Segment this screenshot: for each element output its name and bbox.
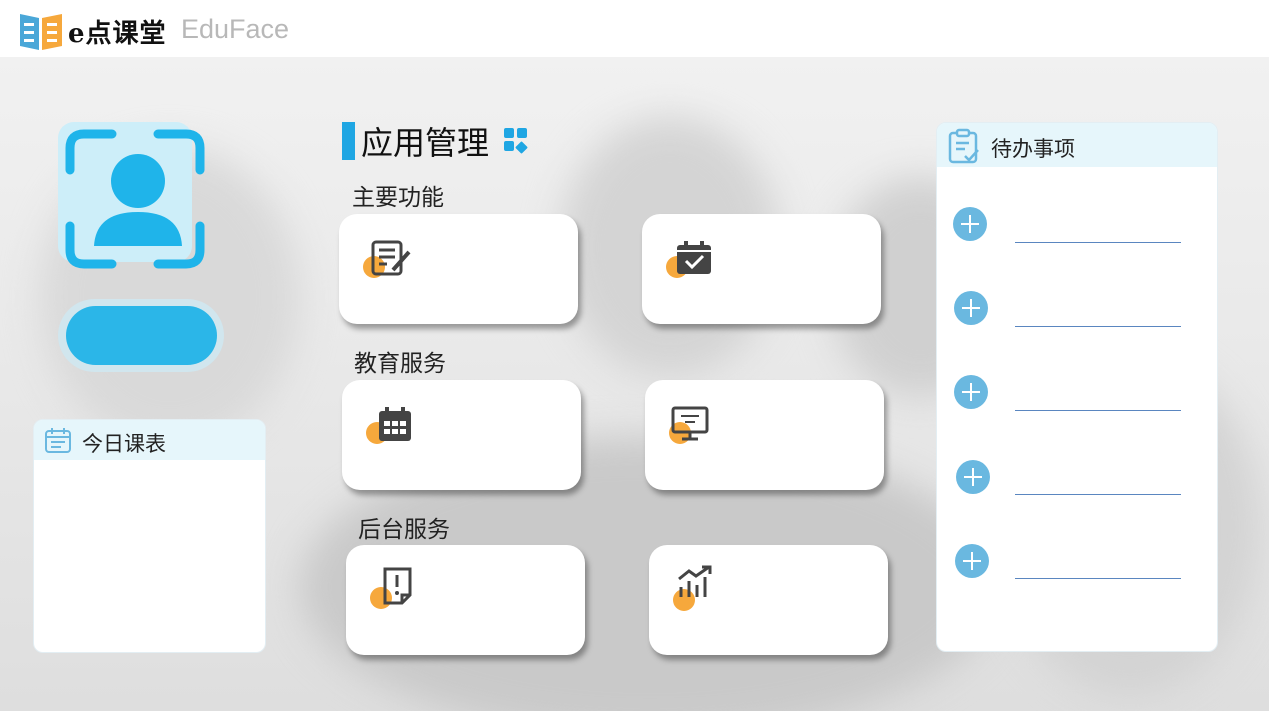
brand-name: e点课堂 xyxy=(68,19,167,49)
user-face-scan-icon[interactable] xyxy=(62,126,212,276)
calendar-icon xyxy=(45,428,71,453)
todo-text-line[interactable] xyxy=(1015,326,1181,327)
todo-text-line[interactable] xyxy=(1015,242,1181,243)
presentation-board-icon xyxy=(671,406,709,441)
schedule-title: 今日课表 xyxy=(82,433,166,456)
add-todo-button[interactable] xyxy=(955,544,989,578)
todo-item xyxy=(937,291,1217,331)
login-button[interactable] xyxy=(66,306,217,365)
alert-file-icon xyxy=(383,567,412,605)
header: e点课堂 EduFace xyxy=(0,0,1269,57)
book-logo-icon xyxy=(20,14,62,50)
group-label-backend: 后台服务 xyxy=(358,516,450,542)
todo-title: 待办事项 xyxy=(991,138,1075,161)
app-card-calendar-grid[interactable] xyxy=(342,380,581,490)
edit-document-icon xyxy=(371,240,411,276)
clipboard-check-icon xyxy=(948,128,979,164)
app-card-alert-file[interactable] xyxy=(346,545,585,655)
todo-item xyxy=(937,375,1217,415)
calendar-grid-icon xyxy=(379,407,411,441)
brand-subtitle: EduFace xyxy=(181,14,290,44)
add-todo-button[interactable] xyxy=(956,460,990,494)
app-management-title: 应用管理 xyxy=(361,125,490,161)
apps-grid-icon xyxy=(504,128,528,154)
todo-text-line[interactable] xyxy=(1015,578,1181,579)
schedule-panel: 今日课表 xyxy=(33,419,266,653)
todo-item xyxy=(937,544,1217,584)
add-todo-button[interactable] xyxy=(953,207,987,241)
app-card-presentation[interactable] xyxy=(645,380,884,490)
add-todo-button[interactable] xyxy=(954,291,988,325)
todo-item xyxy=(937,207,1217,247)
add-todo-button[interactable] xyxy=(954,375,988,409)
section-accent-bar xyxy=(342,122,355,160)
group-label-main: 主要功能 xyxy=(352,184,444,210)
app-card-edit-document[interactable] xyxy=(339,214,578,324)
calendar-check-icon xyxy=(677,241,711,274)
todo-item xyxy=(937,460,1217,500)
app-card-calendar-check[interactable] xyxy=(642,214,881,324)
growth-chart-icon xyxy=(678,565,712,597)
todo-text-line[interactable] xyxy=(1015,410,1181,411)
app-card-growth-chart[interactable] xyxy=(649,545,888,655)
group-label-education: 教育服务 xyxy=(354,350,446,376)
todo-panel: 待办事项 xyxy=(936,122,1218,652)
todo-text-line[interactable] xyxy=(1015,494,1181,495)
